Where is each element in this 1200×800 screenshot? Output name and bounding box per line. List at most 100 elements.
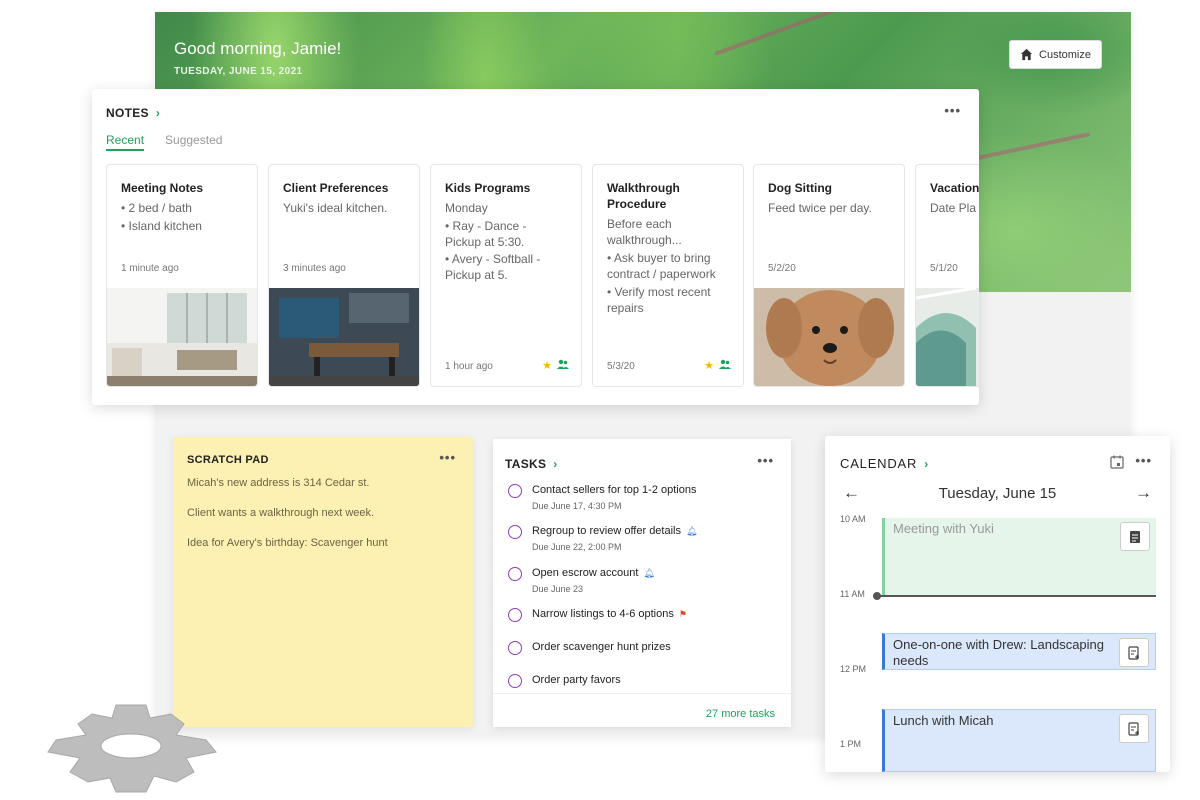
note-card-walkthrough-procedure[interactable]: Walkthrough Procedure Before each walkth… (592, 164, 744, 387)
shared-people-icon (719, 359, 731, 369)
task-name-text: Narrow listings to 4-6 options (532, 608, 674, 620)
bell-icon: 🔔︎ (643, 568, 655, 578)
customize-button[interactable]: Customize (1009, 40, 1102, 69)
scratch-line[interactable]: Micah's new address is 314 Cedar st. (187, 477, 369, 489)
add-note-icon[interactable] (1119, 638, 1149, 667)
calendar-add-icon[interactable] (1110, 455, 1124, 469)
hour-label: 11 AM (840, 589, 865, 599)
tasks-more-icon[interactable]: ••• (757, 453, 774, 468)
current-time-line (876, 595, 1156, 597)
flag-icon: ⚑ (678, 609, 687, 619)
calendar-nav: ← Tuesday, June 15 → (843, 482, 1152, 504)
task-item: Contact sellers for top 1-2 options Due … (508, 482, 781, 516)
tab-recent[interactable]: Recent (106, 133, 145, 151)
calendar-event[interactable]: Meeting with Yuki (882, 518, 1156, 596)
calendar-event[interactable]: Lunch with Micah (882, 709, 1156, 772)
more-tasks-link[interactable]: 27 more tasks (706, 708, 775, 720)
note-card-dog-sitting[interactable]: Dog Sitting Feed twice per day. 5/2/20 (753, 164, 905, 387)
task-name[interactable]: Order party favors (532, 674, 621, 686)
tab-suggested[interactable]: Suggested (165, 133, 222, 151)
task-due: Due June 22, 2:00 PM (532, 542, 622, 552)
calendar-event[interactable]: One-on-one with Drew: Landscaping needs (882, 633, 1156, 670)
arrow-right-icon[interactable]: → (1135, 483, 1152, 503)
note-line: • 2 bed / bath (121, 201, 192, 215)
note-line: • Verify most recent (607, 285, 711, 299)
note-line: Feed twice per day. (768, 201, 872, 215)
living-room-thumbnail (107, 288, 257, 386)
note-line: Date Pla (930, 201, 977, 215)
task-checkbox[interactable] (508, 525, 522, 539)
note-date: 5/3/20 (607, 361, 635, 372)
note-date: 3 minutes ago (283, 263, 346, 274)
notes-more-icon[interactable]: ••• (944, 103, 961, 118)
note-icons: ★ (542, 359, 569, 372)
bell-icon: 🔔︎ (686, 526, 698, 536)
notes-title-text: NOTES (106, 106, 149, 120)
notes-title[interactable]: NOTES › (106, 106, 160, 120)
task-item: Narrow listings to 4-6 options ⚑ (508, 606, 781, 640)
divider (493, 693, 791, 694)
note-line: Before each (607, 217, 672, 231)
task-checkbox[interactable] (508, 641, 522, 655)
note-card-meeting-notes[interactable]: Meeting Notes • 2 bed / bath • Island ki… (106, 164, 258, 387)
tasks-title-text: TASKS (505, 457, 547, 471)
note-date: 5/2/20 (768, 263, 796, 274)
note-line: Pickup at 5:30. (445, 235, 525, 249)
task-checkbox[interactable] (508, 608, 522, 622)
arrow-left-icon[interactable]: ← (843, 483, 860, 503)
note-line: • Ray - Dance - (445, 219, 527, 233)
gear-icon (47, 704, 217, 793)
task-name[interactable]: Order scavenger hunt prizes (532, 641, 671, 653)
chevron-right-icon: › (553, 457, 558, 471)
note-line: contract / paperwork (607, 267, 716, 281)
tasks-widget: TASKS › ••• Contact sellers for top 1-2 … (493, 439, 791, 727)
task-item: Open escrow account 🔔︎ Due June 23 (508, 565, 781, 599)
star-icon: ★ (704, 360, 714, 372)
calendar-title[interactable]: CALENDAR › (840, 456, 929, 471)
event-title: Lunch with Micah (893, 713, 994, 728)
note-title: Client Preferences (283, 181, 389, 195)
task-item: Order party favors (508, 672, 781, 706)
task-name-text: Open escrow account (532, 567, 639, 579)
chevron-right-icon: › (924, 456, 929, 471)
shared-people-icon (557, 359, 569, 369)
hour-label: 10 AM (840, 514, 866, 524)
map-thumbnail (916, 288, 979, 386)
scratch-more-icon[interactable]: ••• (439, 450, 456, 465)
task-checkbox[interactable] (508, 674, 522, 688)
calendar-more-icon[interactable]: ••• (1135, 453, 1152, 468)
dog-thumbnail (754, 288, 904, 386)
note-card-client-preferences[interactable]: Client Preferences Yuki's ideal kitchen.… (268, 164, 420, 387)
note-date: 1 hour ago (445, 361, 493, 372)
task-item: Order scavenger hunt prizes (508, 639, 781, 673)
kitchen-thumbnail (269, 288, 419, 386)
note-title: Meeting Notes (121, 181, 204, 195)
task-name[interactable]: Regroup to review offer details 🔔︎ (532, 525, 697, 537)
note-title: Dog Sitting (768, 181, 832, 195)
star-icon: ★ (542, 360, 552, 372)
note-line: Pickup at 5. (445, 268, 508, 282)
note-card-kids-programs[interactable]: Kids Programs Monday • Ray - Dance - Pic… (430, 164, 582, 387)
greeting-text: Good morning, Jamie! (174, 39, 342, 58)
task-checkbox[interactable] (508, 484, 522, 498)
note-line: Yuki's ideal kitchen. (283, 201, 388, 215)
add-note-icon[interactable] (1119, 714, 1149, 743)
event-title: Meeting with Yuki (893, 521, 994, 536)
chevron-right-icon: › (155, 106, 161, 120)
task-name[interactable]: Open escrow account 🔔︎ (532, 567, 655, 579)
task-name[interactable]: Narrow listings to 4-6 options ⚑ (532, 608, 687, 620)
task-checkbox[interactable] (508, 567, 522, 581)
note-line: walkthrough... (607, 233, 682, 247)
note-title: Kids Programs (445, 181, 531, 195)
note-card-vacation[interactable]: Vacation Date Pla 5/1/20 (915, 164, 979, 387)
calendar-widget: CALENDAR › ••• ← Tuesday, June 15 → 10 A… (825, 436, 1170, 772)
task-item: Regroup to review offer details 🔔︎ Due Ju… (508, 523, 781, 557)
note-line: • Island kitchen (121, 219, 202, 233)
tasks-title[interactable]: TASKS › (505, 457, 558, 471)
scratch-line[interactable]: Idea for Avery's birthday: Scavenger hun… (187, 537, 388, 549)
task-name[interactable]: Contact sellers for top 1-2 options (532, 484, 696, 496)
scratch-line[interactable]: Client wants a walkthrough next week. (187, 507, 374, 519)
scratch-pad-widget: SCRATCH PAD ••• Micah's new address is 3… (173, 437, 473, 727)
note-icon[interactable] (1120, 522, 1150, 551)
calendar-date: Tuesday, June 15 (938, 484, 1057, 502)
